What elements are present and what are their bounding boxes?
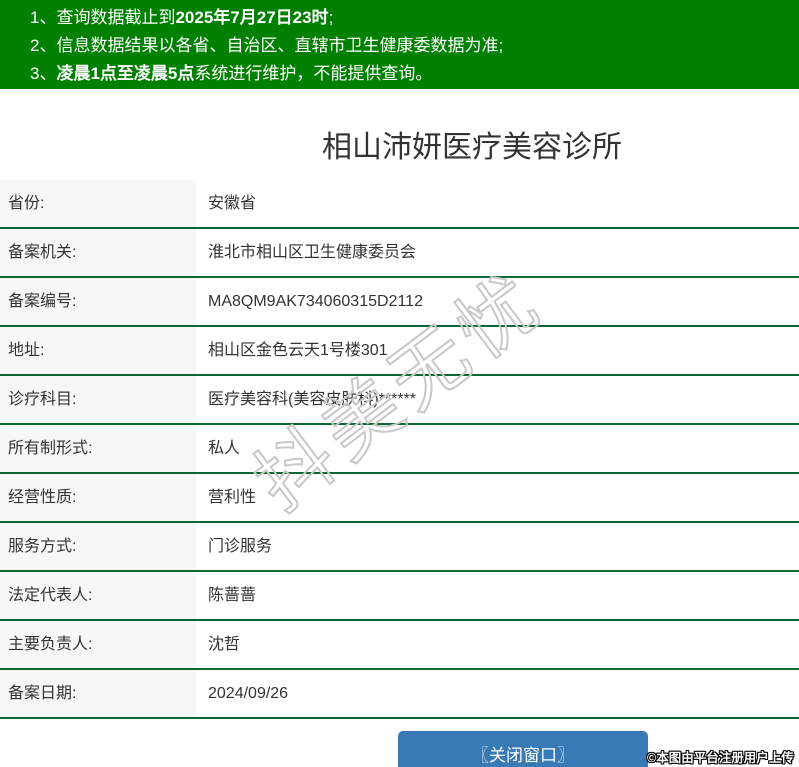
row-value: 医疗美容科(美容皮肤科)******	[196, 376, 799, 423]
notice-2-text: 2、信息数据结果以各省、自治区、直辖市卫生健康委数据为准;	[30, 36, 504, 55]
table-row-ownership-form: 所有制形式: 私人	[0, 425, 799, 474]
table-row-registration-authority: 备案机关: 淮北市相山区卫生健康委员会	[0, 229, 799, 278]
row-label: 所有制形式:	[0, 425, 196, 472]
row-label: 主要负责人:	[0, 621, 196, 668]
row-label: 法定代表人:	[0, 572, 196, 619]
row-value: 相山区金色云天1号楼301	[196, 327, 799, 374]
row-label: 地址:	[0, 327, 196, 374]
row-label: 服务方式:	[0, 523, 196, 570]
table-row-registration-date: 备案日期: 2024/09/26	[0, 670, 799, 719]
table-row-address: 地址: 相山区金色云天1号楼301	[0, 327, 799, 376]
row-value: 安徽省	[196, 180, 799, 227]
row-value: MA8QM9AK734060315D2112	[196, 278, 799, 325]
row-value: 2024/09/26	[196, 670, 799, 717]
row-label: 备案机关:	[0, 229, 196, 276]
row-value: 陈蔷蔷	[196, 572, 799, 619]
row-value: 沈哲	[196, 621, 799, 668]
table-row-registration-number: 备案编号: MA8QM9AK734060315D2112	[0, 278, 799, 327]
row-value: 营利性	[196, 474, 799, 521]
table-row-principal-person: 主要负责人: 沈哲	[0, 621, 799, 670]
notice-1-text: 1、查询数据截止到	[30, 8, 176, 27]
table-row-clinical-departments: 诊疗科目: 医疗美容科(美容皮肤科)******	[0, 376, 799, 425]
table-row-province: 省份: 安徽省	[0, 180, 799, 229]
notice-line-1: 1、查询数据截止到2025年7月27日23时;	[0, 4, 799, 32]
row-value: 私人	[196, 425, 799, 472]
notice-3-text: 系统进行维护，不能提供查询。	[194, 64, 433, 83]
record-table: 省份: 安徽省 备案机关: 淮北市相山区卫生健康委员会 备案编号: MA8QM9…	[0, 180, 799, 719]
table-row-service-mode: 服务方式: 门诊服务	[0, 523, 799, 572]
page-title: 相山沛妍医疗美容诊所	[322, 131, 622, 164]
row-label: 备案编号:	[0, 278, 196, 325]
notice-line-3: 3、凌晨1点至凌晨5点系统进行维护，不能提供查询。	[0, 60, 799, 88]
row-label: 省份:	[0, 180, 196, 227]
notice-line-2: 2、信息数据结果以各省、自治区、直辖市卫生健康委数据为准;	[0, 32, 799, 60]
row-label: 备案日期:	[0, 670, 196, 717]
table-row-business-nature: 经营性质: 营利性	[0, 474, 799, 523]
notice-1-punct: ;	[328, 8, 334, 27]
row-label: 经营性质:	[0, 474, 196, 521]
notice-3-prefix: 3、	[30, 64, 57, 83]
row-value: 门诊服务	[196, 523, 799, 570]
row-label: 诊疗科目:	[0, 376, 196, 423]
notice-1-bold-date: 2025年7月27日23时	[175, 8, 329, 27]
notice-3-bold-time: 凌晨1点至凌晨5点	[56, 64, 195, 83]
notice-bar: 1、查询数据截止到2025年7月27日23时; 2、信息数据结果以各省、自治区、…	[0, 0, 799, 89]
close-window-button[interactable]: 〖关闭窗口〗	[398, 731, 648, 767]
attribution-text: ©本图由平台注册用户上传	[647, 751, 794, 765]
table-row-legal-representative: 法定代表人: 陈蔷蔷	[0, 572, 799, 621]
row-value: 淮北市相山区卫生健康委员会	[196, 229, 799, 276]
